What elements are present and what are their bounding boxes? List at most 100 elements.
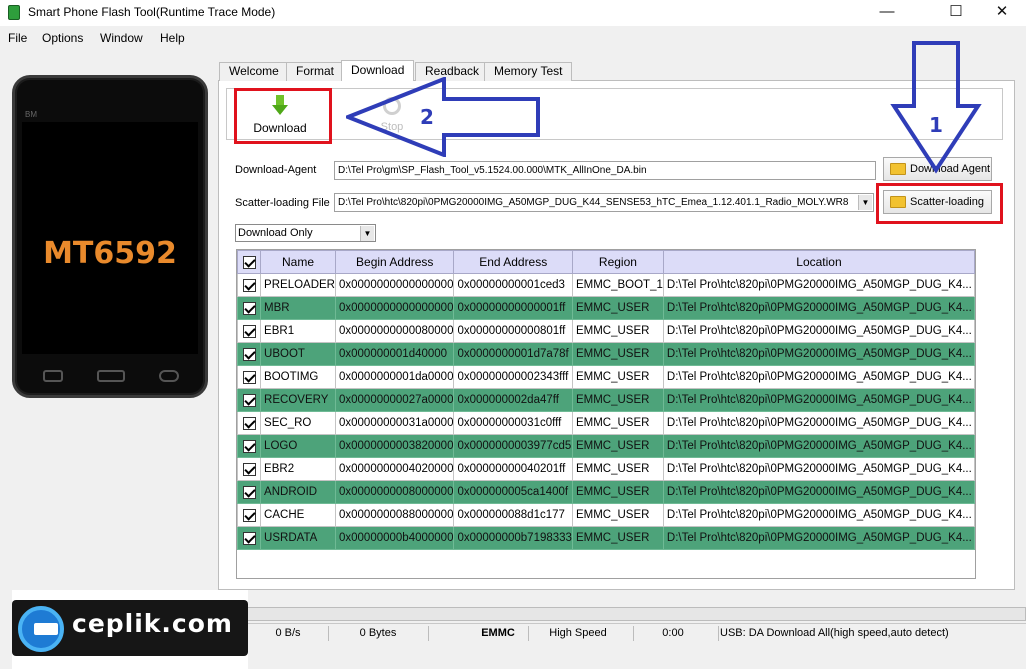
region: EMMC_USER <box>571 319 664 343</box>
partition-name: EBR1 <box>260 319 336 343</box>
begin-address: 0x0000000000080000 <box>334 319 455 343</box>
phone-screen: MT6592 <box>22 122 198 354</box>
partition-name: PRELOADER <box>260 273 336 297</box>
checkbox-icon <box>242 462 256 476</box>
row-checkbox[interactable] <box>236 526 262 550</box>
table-row[interactable]: SEC_RO 0x00000000031a0000 0x00000000031c… <box>236 411 976 435</box>
begin-address: 0x0000000001da0000 <box>334 365 455 389</box>
checkbox-icon <box>242 278 256 292</box>
region: EMMC_USER <box>571 526 664 550</box>
location[interactable]: D:\Tel Pro\htc\820pi\0PMG20000IMG_A50MGP… <box>662 296 976 320</box>
begin-address: 0x0000000000000000 <box>334 273 455 297</box>
end-address: 0x0000000001d7a78f <box>453 342 573 366</box>
column-header[interactable]: End Address <box>453 250 573 274</box>
location[interactable]: D:\Tel Pro\htc\820pi\0PMG20000IMG_A50MGP… <box>662 457 976 481</box>
table-row[interactable]: PRELOADER 0x0000000000000000 0x000000000… <box>236 273 976 297</box>
column-header[interactable]: Name <box>260 250 336 274</box>
minimize-button[interactable]: — <box>864 0 910 26</box>
begin-address: 0x0000000008000000 <box>334 480 455 504</box>
table-row[interactable]: CACHE 0x0000000088000000 0x000000088d1c1… <box>236 503 976 527</box>
partition-name: ANDROID <box>260 480 336 504</box>
row-checkbox[interactable] <box>236 342 262 366</box>
status-separator <box>428 626 429 641</box>
column-header[interactable]: Begin Address <box>334 250 455 274</box>
menu-window[interactable]: Window <box>100 31 143 45</box>
row-checkbox[interactable] <box>236 457 262 481</box>
action-toolbar <box>226 88 1003 140</box>
chip-model-label: MT6592 <box>43 236 177 271</box>
region: EMMC_USER <box>571 411 664 435</box>
step-number-1: 1 <box>929 113 943 137</box>
menu-bar: File Options Window Help <box>0 28 1026 48</box>
download-agent-field[interactable]: D:\Tel Pro\gm\SP_Flash_Tool_v5.1524.00.0… <box>334 161 876 180</box>
row-checkbox[interactable] <box>236 296 262 320</box>
partition-name: CACHE <box>260 503 336 527</box>
row-checkbox[interactable] <box>236 411 262 435</box>
table-row[interactable]: USRDATA 0x00000000b4000000 0x00000000b71… <box>236 526 976 550</box>
column-header[interactable]: Location <box>662 250 976 274</box>
checkbox-icon <box>242 508 256 522</box>
scatter-file-field[interactable]: D:\Tel Pro\htc\820pi\0PMG20000IMG_A50MGP… <box>334 193 874 212</box>
checkbox-icon <box>242 416 256 430</box>
row-checkbox[interactable] <box>236 388 262 412</box>
location[interactable]: D:\Tel Pro\htc\820pi\0PMG20000IMG_A50MGP… <box>662 411 976 435</box>
end-address: 0x00000000001ced3 <box>453 273 573 297</box>
app-icon <box>8 5 20 20</box>
location[interactable]: D:\Tel Pro\htc\820pi\0PMG20000IMG_A50MGP… <box>662 273 976 297</box>
row-checkbox[interactable] <box>236 319 262 343</box>
close-button[interactable]: ✕ <box>979 0 1025 26</box>
location[interactable]: D:\Tel Pro\htc\820pi\0PMG20000IMG_A50MGP… <box>662 434 976 458</box>
tab-download[interactable]: Download <box>341 60 415 81</box>
table-row[interactable]: BOOTIMG 0x0000000001da0000 0x00000000002… <box>236 365 976 389</box>
location[interactable]: D:\Tel Pro\htc\820pi\0PMG20000IMG_A50MGP… <box>662 503 976 527</box>
select-all-checkbox[interactable] <box>236 250 262 274</box>
tab-format[interactable]: Format <box>286 62 345 81</box>
progress-bar <box>228 607 1026 621</box>
row-checkbox[interactable] <box>236 365 262 389</box>
status-bytes: 0 Bytes <box>359 627 397 639</box>
table-row[interactable]: EBR2 0x0000000004020000 0x00000000040201… <box>236 457 976 481</box>
table-row[interactable]: RECOVERY 0x00000000027a0000 0x000000002d… <box>236 388 976 412</box>
region: EMMC_USER <box>571 434 664 458</box>
scatter-file-label: Scatter-loading File <box>235 197 330 209</box>
column-header[interactable]: Region <box>571 250 664 274</box>
maximize-button[interactable]: ☐ <box>933 0 979 26</box>
checkbox-icon <box>242 347 256 361</box>
location[interactable]: D:\Tel Pro\htc\820pi\0PMG20000IMG_A50MGP… <box>662 365 976 389</box>
end-address: 0x00000000002343fff <box>453 365 573 389</box>
annotation-arrow-left-icon <box>346 77 540 157</box>
step-number-2: 2 <box>420 105 434 129</box>
scatter-dropdown-icon[interactable]: ▼ <box>858 195 872 210</box>
menu-file[interactable]: File <box>8 31 27 45</box>
menu-help[interactable]: Help <box>160 31 185 45</box>
row-checkbox[interactable] <box>236 480 262 504</box>
begin-address: 0x00000000027a0000 <box>334 388 455 412</box>
menu-options[interactable]: Options <box>42 31 83 45</box>
table-row[interactable]: ANDROID 0x0000000008000000 0x000000005ca… <box>236 480 976 504</box>
back-key-icon <box>159 370 179 382</box>
partition-name: SEC_RO <box>260 411 336 435</box>
status-usb-speed: High Speed <box>549 627 607 639</box>
end-address: 0x00000000040201ff <box>453 457 573 481</box>
location[interactable]: D:\Tel Pro\htc\820pi\0PMG20000IMG_A50MGP… <box>662 342 976 366</box>
end-address: 0x000000005ca1400f <box>453 480 573 504</box>
location[interactable]: D:\Tel Pro\htc\820pi\0PMG20000IMG_A50MGP… <box>662 480 976 504</box>
end-address: 0x00000000000001ff <box>453 296 573 320</box>
checkbox-icon <box>242 301 256 315</box>
tab-welcome[interactable]: Welcome <box>219 62 289 81</box>
location[interactable]: D:\Tel Pro\htc\820pi\0PMG20000IMG_A50MGP… <box>662 526 976 550</box>
partition-name: EBR2 <box>260 457 336 481</box>
row-checkbox[interactable] <box>236 503 262 527</box>
row-checkbox[interactable] <box>236 434 262 458</box>
region: EMMC_USER <box>571 388 664 412</box>
location[interactable]: D:\Tel Pro\htc\820pi\0PMG20000IMG_A50MGP… <box>662 319 976 343</box>
region: EMMC_USER <box>571 365 664 389</box>
location[interactable]: D:\Tel Pro\htc\820pi\0PMG20000IMG_A50MGP… <box>662 388 976 412</box>
download-mode-select[interactable]: Download Only ▼ <box>235 224 376 242</box>
table-row[interactable]: LOGO 0x0000000003820000 0x0000000003977c… <box>236 434 976 458</box>
row-checkbox[interactable] <box>236 273 262 297</box>
table-row[interactable]: EBR1 0x0000000000080000 0x00000000000801… <box>236 319 976 343</box>
table-row[interactable]: MBR 0x0000000000000000 0x00000000000001f… <box>236 296 976 320</box>
table-row[interactable]: UBOOT 0x000000001d40000 0x0000000001d7a7… <box>236 342 976 366</box>
end-address: 0x000000002da47ff <box>453 388 573 412</box>
